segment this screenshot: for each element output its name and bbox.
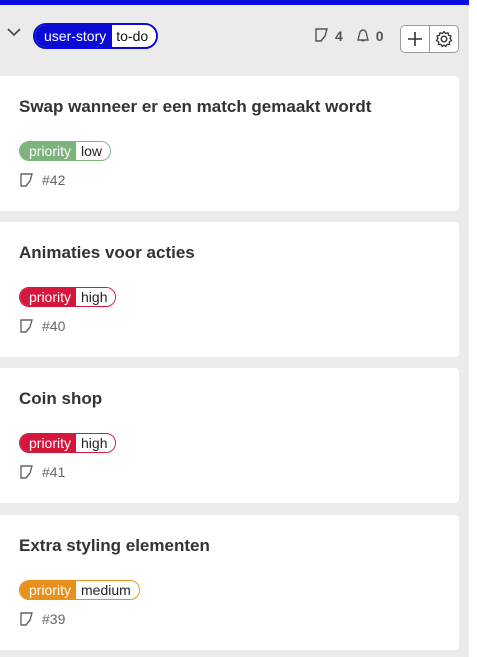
- story-card[interactable]: Swap wanneer er een match gemaakt wordt …: [0, 76, 459, 211]
- story-card[interactable]: Coin shop priority high #41: [0, 368, 459, 503]
- issue-number: #39: [42, 611, 66, 627]
- story-icon: [20, 319, 33, 333]
- column-label-key: user-story: [35, 25, 113, 47]
- column-actions: [400, 25, 459, 53]
- bell-icon: [355, 27, 371, 46]
- card-issue[interactable]: #42: [19, 172, 65, 188]
- column-header: user-story to-do 4 0: [0, 10, 469, 66]
- story-card[interactable]: Extra styling elementen priority medium …: [0, 515, 459, 650]
- story-icon: [20, 173, 33, 187]
- priority-badge: priority high: [19, 287, 117, 307]
- column-counts: 4 0: [314, 25, 390, 47]
- priority-key: priority: [20, 434, 77, 452]
- priority-value: high: [76, 434, 116, 452]
- story-icon: [314, 27, 330, 46]
- add-card-button[interactable]: [401, 26, 429, 52]
- card-issue[interactable]: #40: [19, 318, 65, 334]
- card-issue[interactable]: #41: [19, 464, 65, 480]
- card-issue[interactable]: #39: [19, 611, 65, 627]
- plus-icon: [408, 32, 422, 46]
- story-card[interactable]: Animaties voor acties priority high #40: [0, 222, 459, 357]
- bug-count: 0: [375, 28, 384, 44]
- story-icon: [20, 465, 33, 479]
- priority-value: low: [76, 142, 111, 160]
- priority-key: priority: [20, 581, 77, 599]
- card-title[interactable]: Animaties voor acties: [19, 243, 195, 263]
- gear-icon: [435, 30, 453, 48]
- kanban-column: user-story to-do 4 0 Swap wanneer er een…: [0, 0, 469, 657]
- column-settings-button[interactable]: [429, 26, 458, 52]
- story-icon: [20, 612, 33, 626]
- priority-badge: priority medium: [19, 580, 140, 600]
- issue-number: #42: [42, 172, 66, 188]
- story-count: 4: [335, 28, 343, 44]
- chevron-down-icon[interactable]: [5, 23, 23, 41]
- priority-badge: priority high: [19, 433, 117, 453]
- card-title[interactable]: Extra styling elementen: [19, 536, 210, 556]
- priority-value: high: [76, 288, 116, 306]
- priority-value: medium: [76, 581, 139, 599]
- issue-number: #40: [42, 318, 66, 334]
- priority-key: priority: [20, 142, 77, 160]
- column-label-value: to-do: [112, 25, 157, 47]
- card-title[interactable]: Swap wanneer er een match gemaakt wordt: [19, 97, 371, 117]
- priority-key: priority: [20, 288, 77, 306]
- issue-number: #41: [42, 464, 66, 480]
- column-label[interactable]: user-story to-do: [33, 23, 159, 49]
- priority-badge: priority low: [19, 141, 112, 161]
- card-title[interactable]: Coin shop: [19, 389, 102, 409]
